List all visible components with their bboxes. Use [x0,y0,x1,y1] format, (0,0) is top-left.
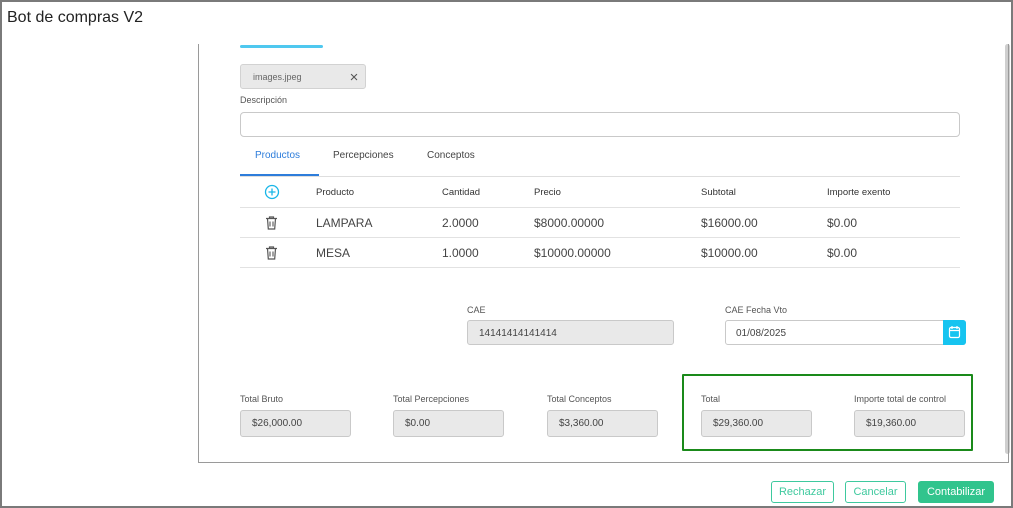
close-icon[interactable]: × [348,70,360,85]
tab-bar: Productos Percepciones Conceptos [240,140,960,177]
calendar-icon[interactable] [943,320,966,345]
reject-button[interactable]: Rechazar [771,481,834,503]
total-label: Total [701,394,721,404]
cae-fecha-label: CAE Fecha Vto [725,305,788,315]
upload-button-edge[interactable] [240,45,323,48]
total-conceptos-field: $3,360.00 [547,410,658,437]
total-percepciones-field: $0.00 [393,410,504,437]
cell-precio: $8000.00000 [534,216,605,230]
column-header-cantidad: Cantidad [442,187,481,198]
table-row: MESA 1.0000 $10000.00000 $10000.00 $0.00 [240,238,960,268]
products-table: Producto Cantidad Precio Subtotal Import… [240,177,960,268]
cae-fecha-value: 01/08/2025 [736,328,787,339]
cell-cantidad: 2.0000 [442,216,479,230]
total-bruto-field: $26,000.00 [240,410,351,437]
tab-conceptos[interactable]: Conceptos [427,150,475,176]
description-label: Descripción [240,95,288,105]
cell-subtotal: $16000.00 [701,216,758,230]
cell-producto: LAMPARA [316,216,373,230]
cell-subtotal: $10000.00 [701,246,758,260]
cancel-button[interactable]: Cancelar [845,481,906,503]
column-header-subtotal: Subtotal [701,187,736,198]
cae-fecha-input[interactable]: 01/08/2025 [725,320,966,345]
total-field: $29,360.00 [701,410,812,437]
cell-importe-exento: $0.00 [827,246,858,260]
cae-field: 14141414141414 [467,320,674,345]
active-tab-indicator [240,174,319,176]
cell-cantidad: 1.0000 [442,246,479,260]
cell-producto: MESA [316,246,351,260]
importe-control-field: $19,360.00 [854,410,965,437]
table-header-row: Producto Cantidad Precio Subtotal Import… [240,177,960,208]
tab-percepciones[interactable]: Percepciones [333,150,394,176]
plus-circle-icon[interactable] [264,184,280,205]
cae-label: CAE [467,305,486,315]
description-input[interactable] [240,112,960,137]
app-title: Bot de compras V2 [7,9,144,26]
column-header-importe-exento: Importe exento [827,187,891,198]
trash-icon[interactable] [264,245,279,266]
column-header-producto: Producto [316,187,355,198]
total-conceptos-label: Total Conceptos [547,394,612,404]
tab-productos[interactable]: Productos [255,150,300,176]
contabilizar-button[interactable]: Contabilizar [918,481,994,503]
total-percepciones-label: Total Percepciones [393,394,470,404]
cell-importe-exento: $0.00 [827,216,858,230]
trash-icon[interactable] [264,215,279,236]
table-row: LAMPARA 2.0000 $8000.00000 $16000.00 $0.… [240,208,960,238]
column-header-precio: Precio [534,187,561,198]
attachment-file-name: images.jpeg [253,72,302,82]
attachment-chip: images.jpeg × [240,64,366,89]
cell-precio: $10000.00000 [534,246,611,260]
total-bruto-label: Total Bruto [240,394,284,404]
importe-control-label: Importe total de control [854,394,947,404]
